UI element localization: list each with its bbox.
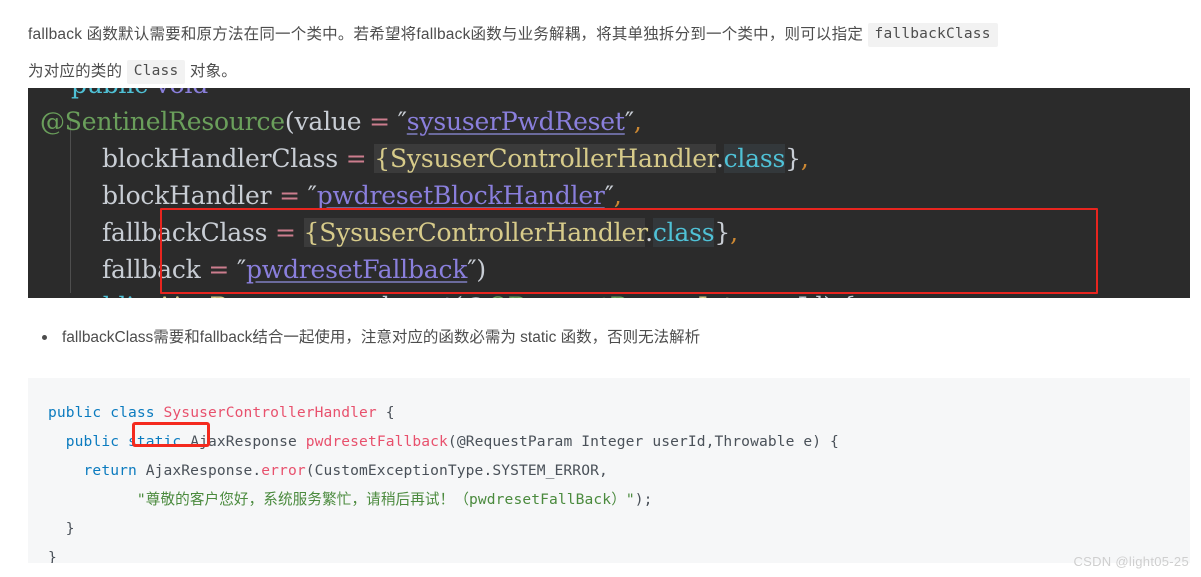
code-token: , bbox=[730, 218, 738, 247]
code-line-partial-top: public void bbox=[28, 88, 1190, 103]
bullet-item-label: fallbackClass需要和fallback结合一起使用，注意对应的函数必需… bbox=[62, 329, 701, 346]
light-code-lines: public class SysuserControllerHandler { … bbox=[48, 398, 1190, 563]
article-page: fallback 函数默认需要和原方法在同一个类中。若希望将fallback函数… bbox=[0, 0, 1201, 577]
code-token: SysuserControllerHandler bbox=[389, 144, 716, 173]
code-token: public class bbox=[48, 404, 164, 421]
code-token: error bbox=[261, 462, 306, 479]
code-token: , bbox=[633, 107, 642, 136]
code-line-method-decl: public static AjaxResponse pwdresetFallb… bbox=[48, 427, 1190, 456]
code-token: @SentinelResource bbox=[40, 107, 285, 136]
code-token: Id bbox=[790, 292, 824, 298]
code-token: public bbox=[48, 433, 128, 450]
intro-paragraph: fallback 函数默认需要和原方法在同一个类中。若希望将fallback函数… bbox=[28, 16, 1187, 90]
code-token: @RequestParam bbox=[456, 433, 573, 450]
code-token: SysuserControllerHandler bbox=[163, 404, 377, 421]
code-line-partial-bottom: public AjaxResponse pwdreset(@QRequestPa… bbox=[28, 288, 1190, 298]
code-token: ″ bbox=[467, 255, 477, 284]
code-token: , bbox=[613, 181, 622, 210]
code-line-fallback-class: fallbackClass = {SysuserControllerHandle… bbox=[28, 214, 1190, 251]
code-token: pwdresetBlockHandler bbox=[316, 181, 605, 210]
code-token: ″ bbox=[604, 181, 614, 210]
code-token: SysuserControllerHandler bbox=[319, 218, 646, 247]
code-token: = bbox=[361, 107, 398, 136]
code-token: = bbox=[200, 255, 237, 284]
code-token: blockHandlerClass bbox=[40, 144, 339, 173]
code-token: (CustomExceptionType.SYSTEM_ERROR, bbox=[305, 462, 608, 479]
code-line-return-stmt: return AjaxResponse.error(CustomExceptio… bbox=[48, 456, 1190, 485]
code-token: } bbox=[48, 520, 75, 537]
dark-code-lines: public void@SentinelResource(value = ″sy… bbox=[28, 88, 1190, 298]
intro-line1-text: fallback 函数默认需要和原方法在同一个类中。若希望将fallback函数… bbox=[28, 26, 868, 43]
code-token: , bbox=[800, 144, 809, 173]
code-line-class-decl: public class SysuserControllerHandler { bbox=[48, 398, 1190, 427]
code-token: pwdresetFallback bbox=[305, 433, 448, 450]
code-line-close-method: } bbox=[48, 514, 1190, 543]
code-token: ); bbox=[634, 491, 653, 508]
intro-line2-tail: 对象。 bbox=[185, 63, 237, 80]
code-token: ) { bbox=[823, 292, 856, 298]
code-line-block-handler-class: blockHandlerClass = {SysuserControllerHa… bbox=[28, 140, 1190, 177]
code-token: Integer bbox=[690, 292, 790, 298]
code-token: return bbox=[48, 462, 146, 479]
bullet-list-item: fallbackClass需要和fallback结合一起使用，注意对应的函数必需… bbox=[40, 326, 700, 350]
bullet-dot-icon bbox=[42, 335, 47, 340]
code-token: ) bbox=[476, 255, 486, 284]
code-line-close-class: } bbox=[48, 543, 1190, 563]
code-line-string-arg: "尊敬的客户您好，系统服务繁忙，请稍后再试！（pwdresetFallBack）… bbox=[48, 485, 1190, 514]
code-token: = bbox=[267, 218, 304, 247]
code-token: ″ bbox=[624, 107, 634, 136]
code-token: "尊敬的客户您好，系统服务繁忙，请稍后再试！（pwdresetFallBack）… bbox=[48, 491, 635, 508]
light-code-block[interactable]: public class SysuserControllerHandler { … bbox=[28, 378, 1190, 563]
code-token: pwdresetFallback bbox=[245, 255, 468, 284]
inline-code-class: Class bbox=[126, 60, 186, 84]
code-token: fallbackClass bbox=[40, 218, 268, 247]
code-token: AjaxResponse bbox=[156, 292, 330, 298]
code-token: value bbox=[294, 107, 362, 136]
csdn-watermark: CSDN @light05-25 bbox=[1073, 554, 1189, 569]
code-token: { bbox=[376, 404, 395, 421]
code-token: class bbox=[723, 144, 786, 173]
code-line-annotation: @SentinelResource(value = ″sysuserPwdRes… bbox=[28, 103, 1190, 140]
code-token: = bbox=[271, 181, 308, 210]
code-line-fallback: fallback = ″pwdresetFallback″) bbox=[28, 251, 1190, 288]
code-token: ″ bbox=[307, 181, 317, 210]
code-token: AjaxResponse. bbox=[145, 462, 262, 479]
code-token: Integer userId,Throwable e) { bbox=[572, 433, 839, 450]
code-token: public bbox=[40, 292, 156, 298]
code-token: AjaxResponse bbox=[190, 433, 306, 450]
inline-code-fallbackclass: fallbackClass bbox=[867, 23, 998, 47]
code-token: blockHandler bbox=[40, 181, 272, 210]
code-token: class bbox=[652, 218, 715, 247]
code-token: ″ bbox=[397, 107, 407, 136]
code-token: } bbox=[785, 144, 801, 173]
code-token: . bbox=[715, 144, 724, 173]
code-token: public bbox=[40, 88, 156, 99]
code-token: pwdreset bbox=[329, 292, 453, 298]
code-token: { bbox=[374, 144, 390, 173]
code-line-block-handler: blockHandler = ″pwdresetBlockHandler″, bbox=[28, 177, 1190, 214]
code-token: QRequestParam bbox=[488, 292, 691, 298]
code-token: sysuserPwdReset bbox=[406, 107, 625, 136]
code-token: } bbox=[48, 549, 57, 563]
intro-line2-text: 为对应的类的 bbox=[28, 63, 127, 80]
code-token: . bbox=[645, 218, 653, 247]
code-token: fallback bbox=[40, 255, 201, 284]
code-token: static bbox=[127, 433, 191, 450]
code-token: ( bbox=[447, 433, 457, 450]
code-token: { bbox=[303, 218, 320, 247]
code-token: } bbox=[714, 218, 731, 247]
dark-code-block[interactable]: public void@SentinelResource(value = ″sy… bbox=[28, 88, 1190, 298]
code-token: (@ bbox=[453, 292, 488, 298]
code-token: ″ bbox=[236, 255, 246, 284]
code-token: = bbox=[338, 144, 375, 173]
code-token: void bbox=[156, 88, 209, 99]
